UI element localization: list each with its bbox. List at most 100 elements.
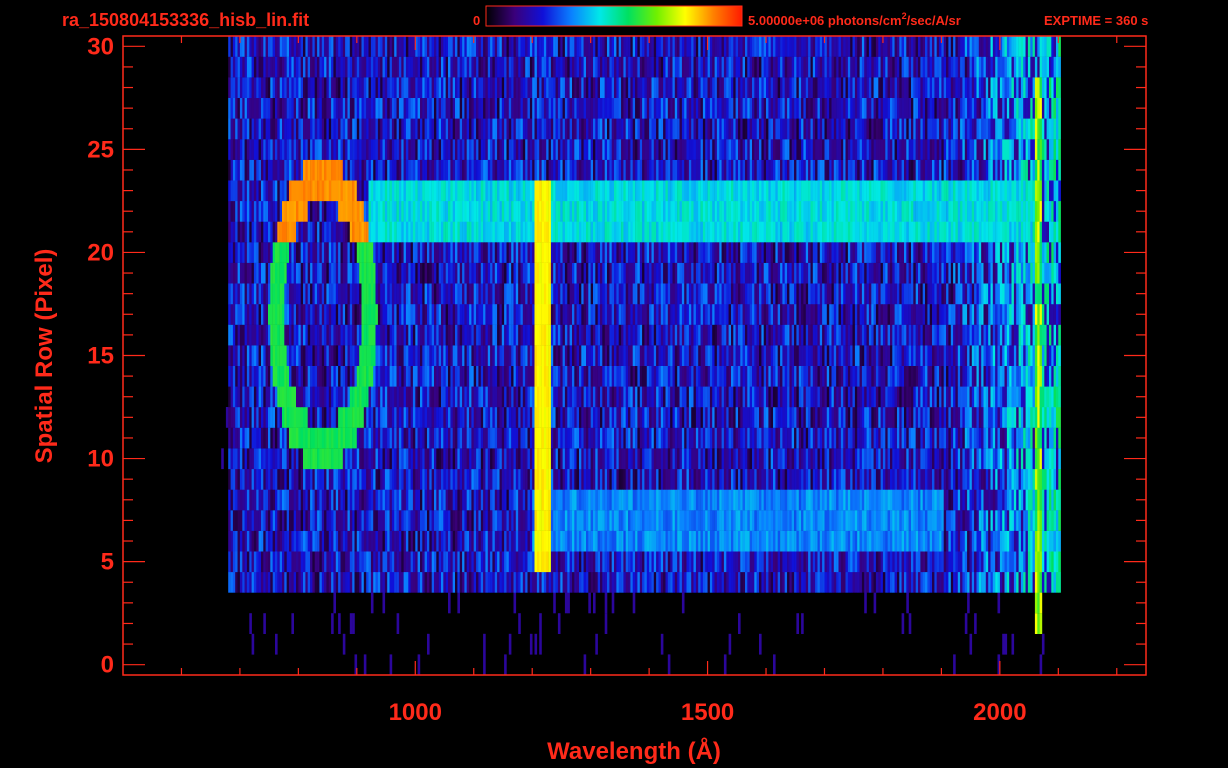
heatmap-cell: [422, 448, 425, 470]
heatmap-cell: [969, 427, 973, 449]
heatmap-cell: [1056, 571, 1059, 593]
heatmap-cell: [845, 427, 849, 449]
heatmap-cell: [497, 407, 500, 428]
heatmap-cell: [831, 489, 835, 511]
heatmap-cell: [911, 551, 914, 573]
heatmap-cell: [338, 407, 341, 428]
heatmap-cell: [382, 530, 386, 552]
heatmap-cell: [232, 448, 236, 470]
heatmap-cell: [478, 407, 481, 428]
heatmap-cell: [873, 489, 877, 511]
heatmap-cell: [1027, 530, 1031, 552]
heatmap-cell: [574, 345, 577, 366]
heatmap-cell: [798, 530, 802, 552]
heatmap-cell: [564, 324, 568, 346]
heatmap-cell: [740, 345, 743, 366]
heatmap-cell: [504, 654, 507, 676]
heatmap-cell: [522, 365, 526, 387]
heatmap-cell: [787, 427, 790, 449]
heatmap-cell: [644, 365, 647, 387]
heatmap-cell: [646, 510, 650, 531]
heatmap-cell: [1018, 345, 1022, 366]
heatmap-cell: [520, 551, 524, 573]
heatmap-cell: [394, 551, 397, 573]
heatmap-cell: [471, 407, 474, 428]
heatmap-cell: [595, 304, 598, 325]
heatmap-cell: [639, 365, 643, 387]
heatmap-cell: [878, 448, 881, 470]
heatmap-cell: [990, 448, 994, 470]
heatmap-cell: [576, 345, 580, 366]
heatmap-cell: [985, 551, 989, 573]
heatmap-cell: [810, 530, 814, 552]
heatmap-cell: [429, 407, 432, 428]
heatmap-cell: [826, 571, 830, 593]
heatmap-cell: [656, 365, 659, 387]
heatmap-cell: [1049, 407, 1052, 428]
heatmap-cell: [239, 324, 243, 346]
heatmap-cell: [960, 468, 963, 490]
heatmap-cell: [985, 427, 989, 449]
heatmap-cell: [915, 407, 919, 428]
heatmap-cell: [389, 324, 393, 346]
heatmap-cell: [632, 324, 636, 346]
heatmap-cell: [438, 407, 442, 428]
heatmap-cell: [408, 571, 411, 593]
heatmap-cell: [1037, 551, 1040, 573]
heatmap-cell: [525, 427, 528, 449]
heatmap-cell: [716, 386, 720, 408]
heatmap-cell: [261, 551, 264, 573]
heatmap-cell: [878, 345, 881, 366]
heatmap-cell: [721, 448, 725, 470]
heatmap-cell: [536, 407, 540, 428]
heatmap-cell: [1041, 468, 1045, 490]
heatmap-cell: [506, 468, 510, 490]
heatmap-cell: [382, 551, 386, 573]
heatmap-cell: [688, 386, 692, 408]
heatmap-cell: [1030, 324, 1033, 346]
heatmap-cell: [590, 551, 594, 573]
heatmap-cell: [487, 510, 491, 531]
heatmap-cell: [733, 365, 736, 387]
heatmap-cell: [562, 365, 566, 387]
heatmap-cell: [929, 448, 933, 470]
heatmap-cell: [237, 551, 241, 573]
heatmap-cell: [246, 551, 250, 573]
heatmap-cell: [836, 530, 839, 552]
heatmap-cell: [590, 448, 594, 470]
heatmap-cell: [913, 551, 916, 573]
heatmap-cell: [707, 468, 711, 490]
heatmap-cell: [953, 345, 956, 366]
heatmap-cell: [270, 427, 273, 449]
heatmap-cell: [644, 304, 647, 325]
heatmap-cell: [789, 386, 792, 408]
heatmap-cell: [279, 530, 283, 552]
heatmap-cell: [342, 365, 346, 387]
heatmap-cell: [497, 365, 500, 387]
heatmap-cell: [242, 407, 245, 428]
heatmap-cell: [277, 324, 280, 346]
heatmap-cell: [810, 510, 814, 531]
heatmap-cell: [349, 386, 353, 408]
heatmap-cell: [976, 468, 980, 490]
heatmap-cell: [777, 324, 781, 346]
heatmap-cell: [784, 386, 788, 408]
heatmap-cell: [263, 551, 266, 573]
heatmap-cell: [618, 468, 622, 490]
heatmap-cell: [443, 304, 446, 325]
heatmap-cell: [698, 324, 701, 346]
heatmap-cell: [246, 407, 250, 428]
heatmap-cell: [609, 386, 612, 408]
heatmap-cell: [854, 324, 858, 346]
heatmap-cell: [520, 386, 524, 408]
heatmap-cell: [653, 551, 657, 573]
heatmap-cell: [1046, 448, 1050, 470]
heatmap-cell: [878, 365, 881, 387]
heatmap-cell: [794, 530, 797, 552]
heatmap-cell: [464, 530, 467, 552]
heatmap-cell: [230, 530, 234, 552]
heatmap-cell: [681, 448, 685, 470]
heatmap-cell: [754, 324, 757, 346]
heatmap-cell: [361, 427, 365, 449]
heatmap-cell: [335, 448, 339, 470]
